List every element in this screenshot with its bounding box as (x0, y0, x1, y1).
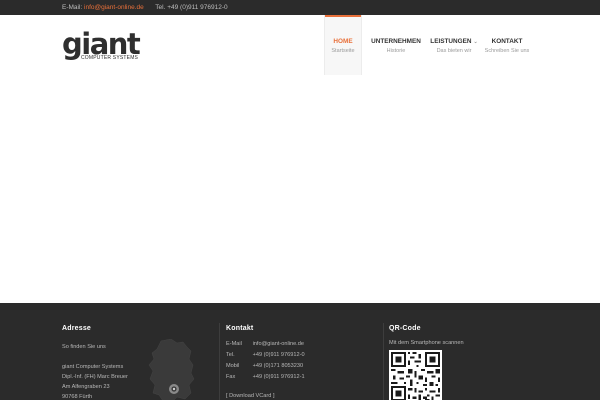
topbar-email-label: E-Mail: (62, 4, 83, 11)
contact-tel-key: Tel. (226, 352, 235, 358)
nav-item-kontakt[interactable]: KONTAKT Schreiben Sie uns (482, 15, 532, 75)
nav-item-unternehmen-sub: Historie (386, 48, 406, 54)
nav-item-unternehmen[interactable]: UNTERNEHMEN Historie (366, 15, 426, 75)
nav-item-kontakt-sub: Schreiben Sie uns (484, 48, 530, 54)
nav-item-unternehmen-label: UNTERNEHMEN (371, 38, 421, 45)
chevron-down-icon: ⌄ (473, 39, 478, 45)
footer-adresse-city: 90768 Fürth (62, 394, 93, 400)
nav-item-leistungen-sub: Das bieten wir (436, 48, 472, 54)
qr-code-image (389, 350, 442, 400)
footer-adresse-title: Adresse (62, 325, 92, 332)
footer-qrcode-title: QR-Code (389, 325, 421, 332)
nav-item-home-label: HOME (333, 38, 353, 45)
footer-divider (383, 323, 384, 400)
contact-tel-value: +49 (0)911 976912-0 (252, 352, 305, 358)
nav-item-leistungen-label: LEISTUNGEN (430, 38, 472, 45)
top-bar: E-Mail: info@giant-online.de Tel. +49 (0… (0, 0, 600, 15)
contact-row-email: E-Mail info@giant-online.de (226, 341, 304, 347)
contact-row-tel: Tel. +49 (0)911 976912-0 (226, 352, 305, 358)
site-footer: Adresse So finden Sie uns giant Computer… (0, 303, 600, 400)
nav-item-home-sub: Startseite (331, 48, 355, 54)
germany-map-icon (148, 339, 195, 400)
footer-adresse-person: Dipl.-Inf. (FH) Marc Breuer (62, 374, 128, 380)
contact-fax-key: Fax (226, 374, 236, 380)
contact-mobil-key: Mobil (226, 363, 240, 369)
topbar-phone: Tel. +49 (0)911 976912-0 (155, 4, 228, 11)
logo[interactable]: giant COMPUTER SYSTEMS (62, 30, 142, 76)
contact-mobil-value: +49 (0)171 8053230 (252, 363, 304, 369)
logo-tagline: COMPUTER SYSTEMS (81, 55, 139, 61)
footer-qrcode-intro: Mit dem Smartphone scannen (389, 340, 464, 346)
contact-email-link[interactable]: info@giant-online.de (253, 341, 304, 347)
nav-item-leistungen[interactable]: LEISTUNGEN ⌄ Das bieten wir (426, 15, 482, 75)
footer-divider (219, 323, 220, 400)
contact-row-mobil: Mobil +49 (0)171 8053230 (226, 363, 303, 369)
footer-adresse: Adresse So finden Sie uns giant Computer… (62, 303, 212, 400)
footer-qrcode: QR-Code Mit dem Smartphone scannen (389, 303, 539, 400)
footer-adresse-street: Am Alfengraben 23 (62, 384, 110, 390)
contact-row-fax: Fax +49 (0)911 976912-1 (226, 374, 305, 380)
footer-kontakt: Kontakt E-Mail info@giant-online.de Tel.… (226, 303, 376, 400)
footer-adresse-intro: So finden Sie uns (62, 344, 106, 350)
footer-kontakt-title: Kontakt (226, 325, 254, 332)
contact-email-key: E-Mail (226, 341, 242, 347)
topbar-email-link[interactable]: info@giant-online.de (84, 4, 144, 11)
nav-item-kontakt-label: KONTAKT (491, 38, 523, 45)
nav-item-home[interactable]: HOME Startseite (324, 15, 362, 75)
footer-adresse-company: giant Computer Systems (62, 364, 124, 370)
contact-fax-value: +49 (0)911 976912-1 (252, 374, 305, 380)
logo-word: giant (62, 27, 141, 61)
main-nav: HOME Startseite UNTERNEHMEN Historie LEI… (324, 15, 532, 75)
vcard-download-link[interactable]: [ Download VCard ] (226, 393, 275, 399)
